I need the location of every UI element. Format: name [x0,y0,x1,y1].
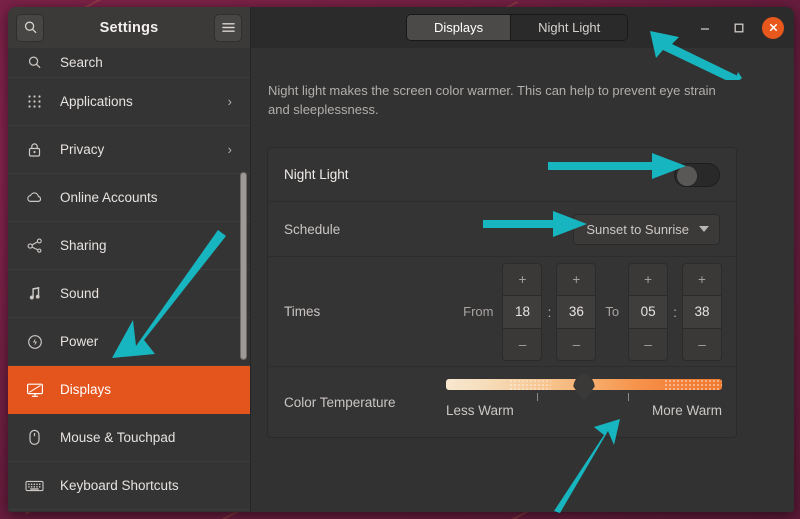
sidebar-scrollbar[interactable] [240,172,247,360]
window-body: Search Applications › [8,48,794,512]
chevron-down-icon [699,226,709,232]
row-night-light: Night Light [268,148,736,202]
toggle-knob [677,166,697,186]
sidebar-item-label: Privacy [60,142,104,157]
window-headerbar: Settings Displays Night Light [8,7,794,48]
from-minute-increment[interactable]: + [557,264,595,296]
times-controls: From + 18 – : + 36 – To [454,263,722,361]
sidebar-item-privacy[interactable]: Privacy › [8,126,250,174]
hamburger-menu-button[interactable] [214,14,242,42]
from-hour-decrement[interactable]: – [503,328,541,360]
sidebar-item-label: Mouse & Touchpad [60,430,175,445]
night-light-label: Night Light [284,167,349,182]
sidebar-item-label: Sound [60,286,99,301]
schedule-dropdown-value: Sunset to Sunrise [586,222,689,237]
to-minute-spinner[interactable]: + 38 – [682,263,722,361]
slider-tick [537,393,538,401]
sidebar-item-search[interactable]: Search [8,48,250,78]
row-color-temperature: Color Temperature Less Warm More Warm [268,367,736,437]
sidebar-item-label: Displays [60,382,111,397]
to-hour-increment[interactable]: + [629,264,667,296]
view-tabs: Displays Night Light [406,14,628,41]
times-label: Times [284,304,320,319]
to-hour-spinner[interactable]: + 05 – [628,263,668,361]
slider-min-label: Less Warm [446,403,514,418]
from-hour-increment[interactable]: + [503,264,541,296]
slider-ticks [446,392,722,402]
color-temperature-slider[interactable]: Less Warm More Warm [446,379,722,418]
to-minute-value[interactable]: 38 [683,296,721,328]
night-light-description: Night light makes the screen color warme… [268,81,728,119]
window-controls [694,7,784,48]
from-time-separator: : [542,304,556,320]
from-minute-spinner[interactable]: + 36 – [556,263,596,361]
sidebar-item-label: Keyboard Shortcuts [60,478,179,493]
sidebar-item-displays[interactable]: Displays [8,366,250,414]
schedule-label: Schedule [284,222,340,237]
sidebar-item-label: Applications [60,94,133,109]
tab-displays[interactable]: Displays [407,15,511,40]
sidebar-item-label: Sharing [60,238,107,253]
from-label: From [454,304,502,319]
grid-apps-icon [25,92,44,111]
lock-icon [25,140,44,159]
schedule-dropdown[interactable]: Sunset to Sunrise [573,214,720,245]
sidebar-item-label: Search [60,55,103,70]
to-hour-value[interactable]: 05 [629,296,667,328]
sidebar-item-sharing[interactable]: Sharing [8,222,250,270]
share-nodes-icon [25,236,44,255]
from-minute-decrement[interactable]: – [557,328,595,360]
headerbar-right: Displays Night Light [251,7,794,48]
chevron-right-icon: › [228,142,232,157]
night-light-toggle[interactable] [674,163,720,187]
night-light-settings-panel: Night Light Schedule Sunset to Sunrise T… [267,147,737,438]
to-label: To [596,304,628,319]
sidebar-item-label: Power [60,334,98,349]
to-time-separator: : [668,304,682,320]
sidebar-item-printers[interactable]: Printers [8,510,250,512]
color-temperature-label: Color Temperature [284,395,396,410]
tab-night-light[interactable]: Night Light [511,15,627,40]
monitor-icon [25,380,44,399]
search-icon [25,53,44,72]
sidebar-item-applications[interactable]: Applications › [8,78,250,126]
headerbar-left: Settings [8,7,251,48]
sidebar-item-label: Online Accounts [60,190,158,205]
slider-end-labels: Less Warm More Warm [446,403,722,418]
search-button[interactable] [16,14,44,42]
settings-window: Settings Displays Night Light [8,7,794,512]
chevron-right-icon: › [228,94,232,109]
mouse-icon [25,428,44,447]
to-minute-decrement[interactable]: – [683,328,721,360]
from-hour-value[interactable]: 18 [503,296,541,328]
sidebar-item-power[interactable]: Power [8,318,250,366]
window-title: Settings [44,20,214,36]
slider-tick [628,393,629,401]
to-hour-decrement[interactable]: – [629,328,667,360]
from-minute-value[interactable]: 36 [557,296,595,328]
minimize-button[interactable] [694,17,716,39]
settings-sidebar[interactable]: Search Applications › [8,48,251,512]
sidebar-scrollbar-thumb[interactable] [240,172,247,360]
row-schedule: Schedule Sunset to Sunrise [268,202,736,257]
maximize-button[interactable] [728,17,750,39]
close-button[interactable] [762,17,784,39]
keyboard-icon [25,476,44,495]
sidebar-item-sound[interactable]: Sound [8,270,250,318]
to-minute-increment[interactable]: + [683,264,721,296]
sidebar-item-keyboard-shortcuts[interactable]: Keyboard Shortcuts [8,462,250,510]
sidebar-item-mouse-touchpad[interactable]: Mouse & Touchpad [8,414,250,462]
night-light-content: Night light makes the screen color warme… [251,48,794,512]
cloud-icon [25,188,44,207]
sidebar-item-online-accounts[interactable]: Online Accounts [8,174,250,222]
slider-track[interactable] [446,379,722,390]
row-times: Times From + 18 – : + 36 – [268,257,736,367]
music-note-icon [25,284,44,303]
slider-max-label: More Warm [652,403,722,418]
from-hour-spinner[interactable]: + 18 – [502,263,542,361]
power-bolt-icon [25,332,44,351]
